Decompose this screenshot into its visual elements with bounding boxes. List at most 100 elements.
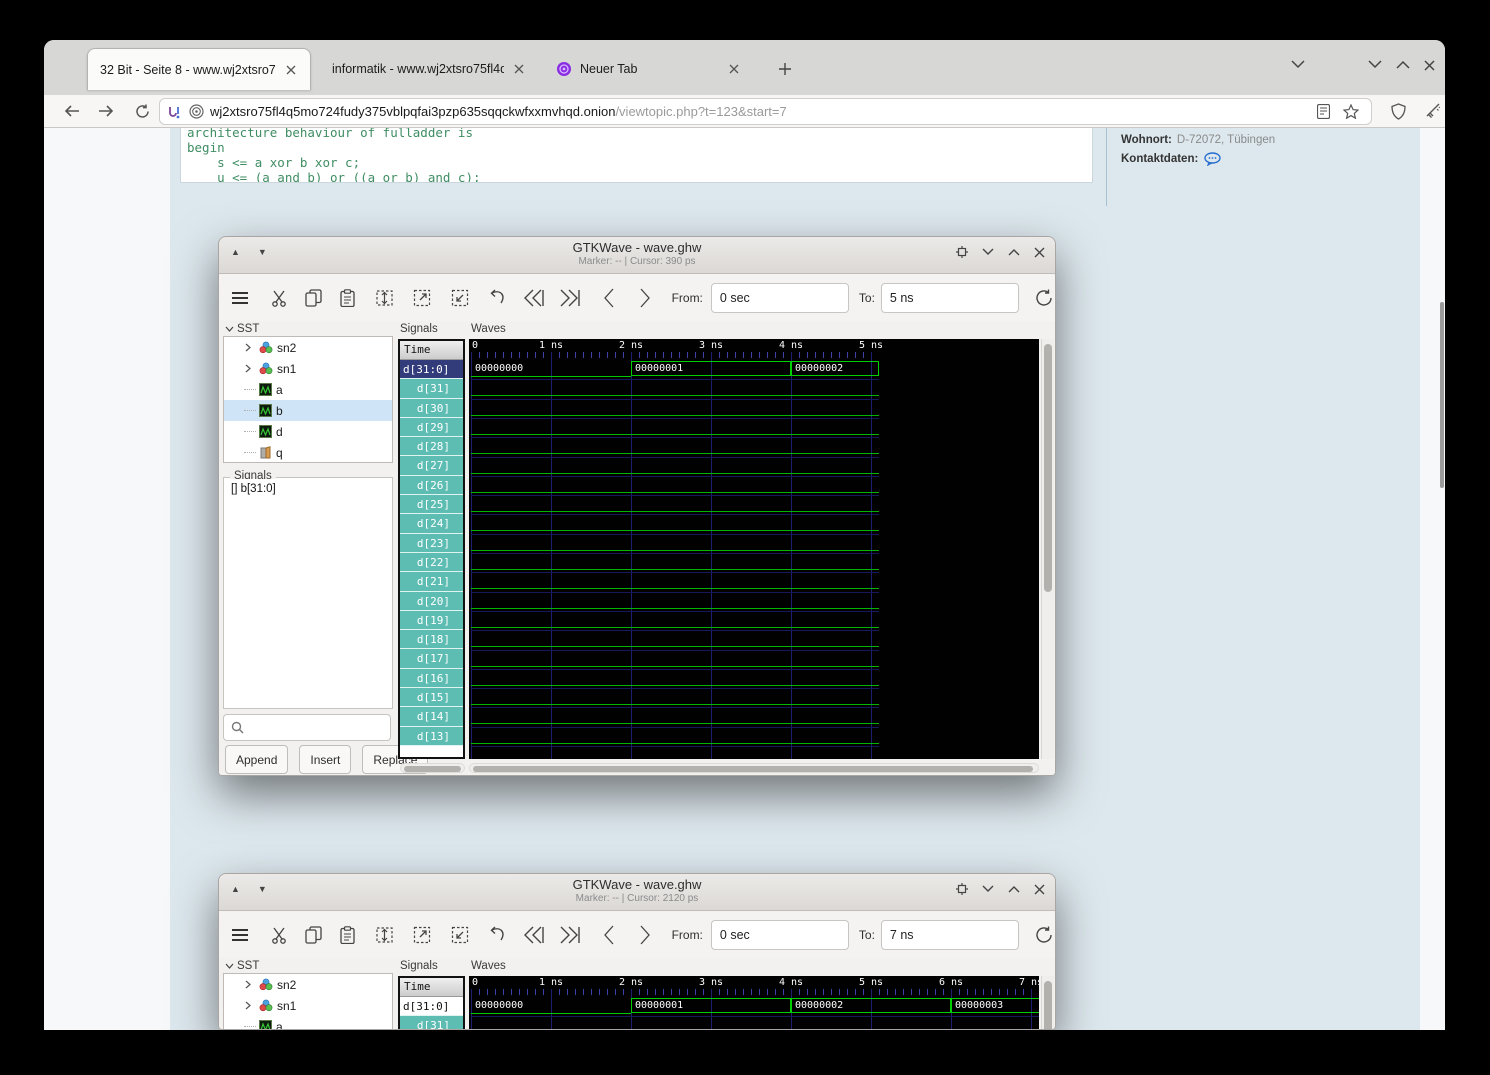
signal-cell-bit[interactable]: d[20] [400,592,463,611]
maximize-icon[interactable] [1008,885,1020,893]
signal-cell-bit[interactable]: d[30] [400,399,463,418]
scrollbar-thumb[interactable] [1044,981,1052,1030]
skip-to-start-icon[interactable] [522,288,544,308]
message-bubble-icon[interactable] [1204,152,1222,166]
page-scrollbar[interactable] [1440,302,1444,488]
window-close-button[interactable] [1424,60,1435,71]
signal-cell-bit[interactable]: d[28] [400,437,463,456]
minimize-icon[interactable] [982,885,994,893]
sst-tree-item-sn1[interactable]: sn1 [224,358,392,379]
signal-cell-bit[interactable]: d[23] [400,534,463,553]
onion-site-icon[interactable] [189,104,204,119]
insert-button[interactable]: Insert [299,745,351,774]
maximize-button[interactable] [1396,60,1410,69]
search-result-item[interactable]: [] b[31:0] [231,483,385,495]
bookmark-star-icon[interactable] [1337,99,1365,125]
scrollbar-thumb[interactable] [404,766,461,772]
reload-waves-icon[interactable] [1033,924,1055,946]
signal-cell-bus[interactable]: d[31:0] [400,997,463,1016]
sst-tree-item-a[interactable]: a [224,1016,392,1030]
shift-right-icon[interactable] [634,288,656,308]
from-field[interactable] [711,283,849,313]
maximize-icon[interactable] [1008,248,1020,256]
waves-horizontal-scrollbar[interactable] [469,763,1039,773]
sst-expander[interactable]: SST [225,960,259,972]
shield-icon[interactable] [1384,98,1412,124]
signal-cell-bit[interactable]: d[18] [400,630,463,649]
menu-icon[interactable] [229,928,251,942]
signals-horizontal-scrollbar[interactable] [400,763,465,773]
close-icon[interactable] [1034,247,1045,258]
sst-expander[interactable]: SST [225,323,259,335]
signal-search-input[interactable] [223,714,391,741]
zoom-fit-icon[interactable] [374,288,396,308]
shift-left-icon[interactable] [598,288,620,308]
cut-icon[interactable] [269,926,291,944]
from-field[interactable] [711,920,849,950]
shift-right-icon[interactable] [634,925,656,945]
undo-icon[interactable] [487,926,509,944]
close-icon[interactable] [1034,884,1045,895]
back-icon[interactable] [58,98,86,124]
signal-name-column[interactable]: Time d[31:0]d[31]d[30]d[29]d[28]d[27]d[2… [398,339,465,759]
reload-icon[interactable] [128,98,156,124]
reload-waves-icon[interactable] [1033,287,1055,309]
signal-cell-bit[interactable]: d[25] [400,495,463,514]
expander-chevron-icon[interactable] [244,343,256,352]
signal-cell-bit[interactable]: d[16] [400,669,463,688]
copy-icon[interactable] [302,926,324,944]
sst-tree-item-a[interactable]: a [224,379,392,400]
circuit-display-icon[interactable] [166,104,182,120]
signal-name-column[interactable]: Time d[31:0]d[31]d[30] [398,976,465,1030]
signal-cell-bit[interactable]: d[27] [400,456,463,475]
paste-icon[interactable] [337,289,359,307]
cut-icon[interactable] [269,289,291,307]
shift-left-icon[interactable] [598,925,620,945]
signal-cell-bit[interactable]: d[31] [400,379,463,398]
zoom-in-icon[interactable] [449,925,471,945]
tab-informatik[interactable]: informatik - www.wj2xtsro75fl4q [320,48,532,90]
titlebar[interactable]: ▲ ▼ GTKWave - wave.ghw Marker: -- | Curs… [219,237,1055,274]
url-bar[interactable]: wj2xtsro75fl4q5mo724fudy375vblpqfai3pzp6… [159,98,1372,125]
minimize-icon[interactable] [982,248,994,256]
waves-vertical-scrollbar[interactable] [1041,976,1054,1030]
signal-cell-bus[interactable]: d[31:0] [400,360,463,379]
to-field[interactable] [881,283,1019,313]
waves-vertical-scrollbar[interactable] [1041,339,1054,759]
reader-mode-icon[interactable] [1309,99,1337,125]
zoom-out-icon[interactable] [411,288,433,308]
signals-search-list[interactable]: [] b[31:0] [225,479,391,707]
menu-icon[interactable] [229,291,251,305]
sst-tree-item-d[interactable]: d [224,421,392,442]
paste-icon[interactable] [337,926,359,944]
append-button[interactable]: Append [225,745,288,774]
tab-neuer-tab[interactable]: Neuer Tab [544,48,756,90]
copy-icon[interactable] [302,289,324,307]
signal-cell-bit[interactable]: d[31] [400,1016,463,1030]
sst-tree-item-sn1[interactable]: sn1 [224,995,392,1016]
zoom-out-icon[interactable] [411,925,433,945]
undo-icon[interactable] [487,289,509,307]
fit-window-icon[interactable] [956,883,968,895]
scrollbar-thumb[interactable] [1044,344,1052,592]
skip-to-end-icon[interactable] [558,925,580,945]
expander-chevron-icon[interactable] [244,364,256,373]
signal-cell-bit[interactable]: d[19] [400,611,463,630]
wave-canvas[interactable]: 01 ns2 ns3 ns4 ns5 ns0000000000000001000… [469,339,1039,759]
clear-data-broom-icon[interactable] [1418,98,1445,124]
forward-icon[interactable] [92,98,120,124]
sst-tree-item-q[interactable]: q [224,442,392,463]
close-icon[interactable] [729,64,739,74]
fit-window-icon[interactable] [956,246,968,258]
new-tab-button[interactable] [778,62,792,76]
zoom-in-icon[interactable] [449,288,471,308]
zoom-fit-icon[interactable] [374,925,396,945]
signal-cell-bit[interactable]: d[15] [400,688,463,707]
signal-cell-bit[interactable]: d[14] [400,707,463,726]
signal-cell-bit[interactable]: d[21] [400,572,463,591]
titlebar[interactable]: ▲ ▼ GTKWave - wave.ghw Marker: -- | Curs… [219,874,1055,911]
signal-cell-bit[interactable]: d[29] [400,418,463,437]
scrollbar-thumb[interactable] [473,766,1033,772]
signal-cell-bit[interactable]: d[13] [400,727,463,746]
sst-tree-item-sn2[interactable]: sn2 [224,337,392,358]
